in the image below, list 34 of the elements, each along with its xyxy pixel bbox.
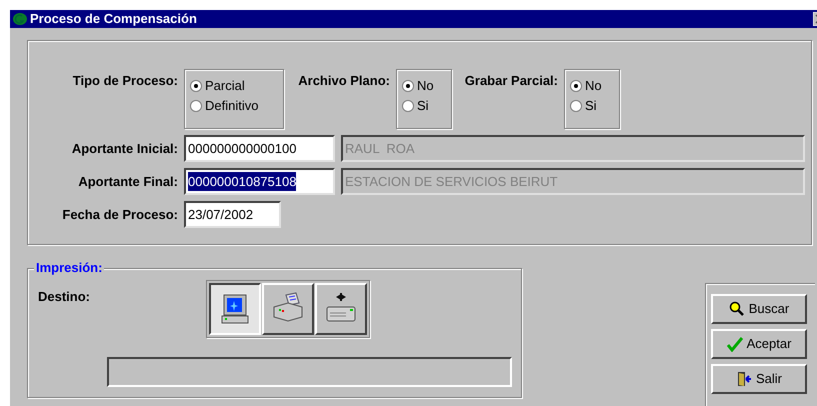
radio-button[interactable] [190, 80, 202, 92]
window-title: Proceso de Compensación [30, 10, 197, 28]
option-label: Archivo Plano: [297, 72, 391, 90]
field-label: Fecha de Proceso: [61, 206, 179, 224]
action-button[interactable]: Salir [711, 364, 807, 394]
radio-button[interactable] [570, 80, 582, 92]
option-label: Tipo de Proceso: [72, 72, 179, 90]
field-label: Aportante Final: [77, 172, 179, 191]
radio-button[interactable] [402, 80, 414, 92]
radio-label[interactable]: Si [417, 98, 429, 114]
input-field[interactable]: 000000010875108 [184, 168, 335, 195]
radio-button[interactable] [402, 100, 414, 112]
radio-button[interactable] [190, 100, 202, 112]
radio-label[interactable]: No [585, 78, 602, 94]
input-field[interactable]: 23/07/2002 [184, 201, 281, 228]
app-logo-icon [12, 12, 28, 26]
group-title: Impresión: [34, 260, 104, 276]
option-label: Grabar Parcial: [464, 72, 559, 90]
radio-label[interactable]: Definitivo [205, 98, 258, 114]
radio-button[interactable] [570, 100, 582, 112]
radio-label[interactable]: Si [585, 98, 597, 114]
checkmark-icon [726, 336, 743, 352]
name-field: ESTACION DE SERVICIOS BEIRUT [341, 168, 805, 195]
field-label: Aportante Inicial: [70, 140, 179, 158]
destination-button[interactable] [209, 283, 261, 335]
door-icon [736, 371, 752, 387]
radio-label[interactable]: Parcial [205, 78, 245, 94]
magnifier-icon [728, 301, 745, 317]
action-button[interactable]: Buscar [711, 294, 807, 324]
radio-label[interactable]: No [417, 78, 434, 94]
name-field: RAUL ROA [341, 135, 805, 162]
input-field[interactable]: 000000000000100 [184, 135, 335, 162]
destination-label: Destino: [38, 288, 90, 306]
action-button[interactable]: Aceptar [711, 329, 807, 359]
